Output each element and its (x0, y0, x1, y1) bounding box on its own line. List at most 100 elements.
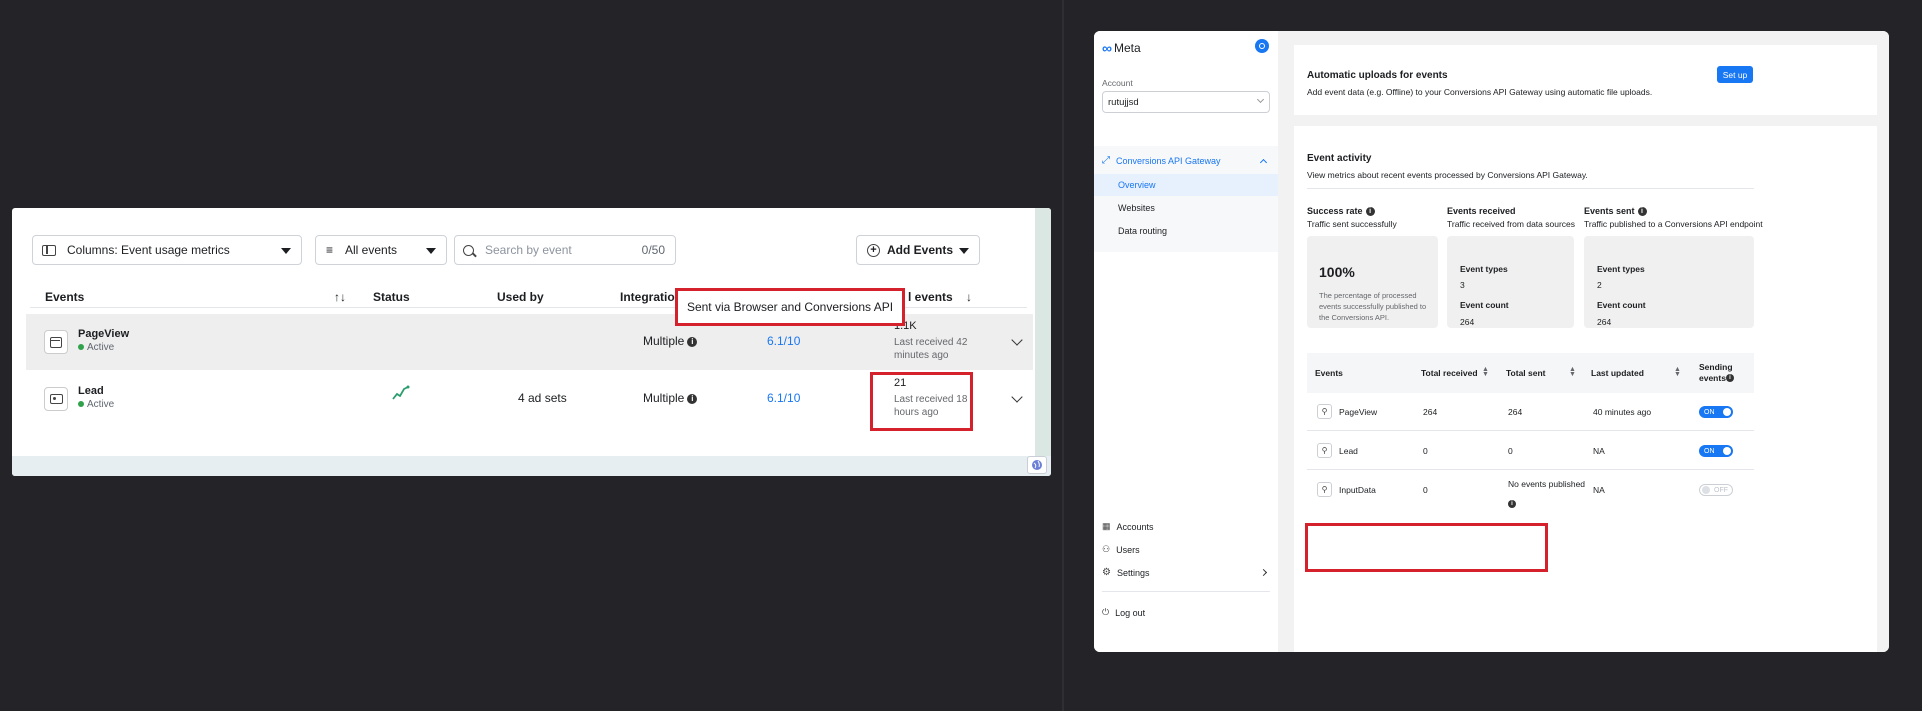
active-dot-icon (78, 344, 84, 350)
metric-label: Events received (1447, 206, 1516, 216)
nav-item-label: Overview (1118, 180, 1156, 190)
sort-icon[interactable]: ↑↓ (334, 290, 346, 304)
nav-settings[interactable]: ⚙ Settings (1102, 567, 1270, 578)
activity-sparkline-icon (392, 385, 410, 404)
chevron-down-icon (281, 248, 291, 254)
row-sent: 264 (1508, 407, 1523, 417)
meta-logo: ∞ Meta (1102, 41, 1141, 55)
columns-icon (42, 244, 56, 256)
set-up-button[interactable]: Set up (1717, 66, 1753, 83)
nav-item-data-routing[interactable]: Data routing (1094, 220, 1278, 242)
event-status: Active (78, 342, 114, 353)
add-events-button[interactable]: + Add Events (856, 235, 980, 265)
sending-toggle[interactable]: ON (1699, 445, 1733, 457)
sort-icon[interactable]: ▲ ▼ (1569, 366, 1576, 378)
info-icon[interactable]: i (687, 336, 698, 347)
info-icon[interactable]: i (1365, 207, 1375, 217)
chevron-down-icon[interactable] (1011, 391, 1023, 403)
event-activity-card: Event activity View metrics about recent… (1294, 126, 1877, 652)
chevron-down-icon[interactable] (1011, 334, 1023, 346)
info-icon[interactable]: i (687, 393, 698, 404)
row-updated: NA (1593, 485, 1605, 495)
nav-accounts[interactable]: ▦ Accounts (1102, 521, 1154, 532)
brand-name: Meta (1113, 41, 1141, 55)
accounts-icon: ▦ (1102, 521, 1111, 531)
panel-edge (1035, 208, 1051, 476)
nav-accounts-label: Accounts (1116, 521, 1154, 532)
nav-section-label: Conversions API Gateway (1116, 155, 1221, 166)
profile-avatar-icon[interactable] (1255, 39, 1269, 53)
info-icon[interactable]: i (1637, 207, 1647, 217)
sort-icon[interactable]: ▲ ▼ (1482, 366, 1489, 378)
success-rate-value: 100% (1319, 264, 1355, 280)
th-total-sent[interactable]: Total sent (1506, 368, 1546, 378)
sidebar: ∞ Meta Account rutujjsd ⤢ Conversions AP… (1094, 31, 1278, 652)
nav-settings-label: Settings (1116, 567, 1150, 578)
row-received: 0 (1423, 485, 1428, 495)
th-total-received[interactable]: Total received (1421, 368, 1478, 378)
search-icon (463, 244, 477, 257)
search-placeholder: Search by event (485, 243, 572, 257)
event-node-icon: ⚲ (1317, 404, 1332, 419)
header-used-by: Used by (497, 290, 544, 304)
search-input[interactable]: Search by event 0/50 (454, 235, 676, 265)
users-icon: ⚇ (1102, 544, 1111, 554)
active-dot-icon (78, 401, 84, 407)
sort-icon[interactable]: ▲ ▼ (1674, 366, 1681, 378)
table-row[interactable]: ⚲ PageView 264 264 40 minutes ago ON (1307, 393, 1754, 431)
account-value: rutujjsd (1108, 97, 1139, 108)
version-link[interactable]: 6.1/10 (767, 391, 800, 405)
event-count-value: 264 (1460, 317, 1475, 327)
gear-icon: ⚙ (1102, 567, 1111, 578)
row-received: 264 (1423, 407, 1438, 417)
event-node-icon: ⚲ (1317, 443, 1332, 458)
header-status: Status (373, 290, 410, 304)
event-count-value: 264 (1597, 317, 1612, 327)
meta-gateway-window: ∞ Meta Account rutujjsd ⤢ Conversions AP… (1094, 31, 1889, 652)
table-row[interactable]: ⚲ Lead 0 0 NA ON (1307, 431, 1754, 470)
info-icon[interactable]: i (1508, 500, 1516, 508)
sending-toggle[interactable]: OFF (1699, 484, 1733, 496)
nav-item-overview[interactable]: Overview (1094, 174, 1278, 196)
events-received-metric: Event types 3 Event count 264 (1447, 236, 1574, 328)
events-table-header: Events Total received ▲ ▼ Total sent ▲ ▼ L… (1307, 353, 1754, 393)
event-activity-title: Event activity (1307, 153, 1372, 164)
event-status: Active (78, 399, 114, 410)
nav-item-websites[interactable]: Websites (1094, 197, 1278, 219)
metric-label: Success rate i (1307, 206, 1375, 217)
highlight-box (1305, 523, 1548, 572)
browser-window-icon (44, 330, 68, 354)
sending-toggle[interactable]: ON (1699, 406, 1733, 418)
event-name: PageView (78, 328, 130, 340)
section-divider (1307, 188, 1754, 189)
row-received: 0 (1423, 446, 1428, 456)
logout-icon: ⏻ (1102, 607, 1110, 617)
sort-down-icon[interactable]: ↓ (966, 290, 972, 304)
version-link[interactable]: 6.1/10 (767, 334, 800, 348)
event-node-icon: ⚲ (1317, 482, 1332, 497)
last-received: Last received 42 minutes ago (894, 337, 968, 361)
success-rate-note: The percentage of processed events succe… (1319, 291, 1427, 322)
th-last-updated[interactable]: Last updated (1591, 368, 1644, 378)
sidebar-divider (1102, 591, 1270, 592)
table-row[interactable]: ⚲ InputData 0 No events published i NA O… (1307, 470, 1754, 510)
nav-conversions-api-gateway[interactable]: ⤢ Conversions API Gateway (1102, 155, 1221, 166)
info-icon[interactable]: i (1726, 374, 1734, 382)
nav-users[interactable]: ⚇ Users (1102, 544, 1140, 555)
nav-users-label: Users (1116, 544, 1140, 555)
logout-button[interactable]: ⏻ Log out (1102, 607, 1145, 618)
panel-footer (12, 456, 1051, 476)
row-event-name: PageView (1339, 407, 1378, 417)
columns-select[interactable]: Columns: Event usage metrics (32, 235, 302, 265)
event-name: Lead (78, 385, 104, 397)
integration-tooltip: Sent via Browser and Conversions API (675, 288, 905, 326)
account-select[interactable]: rutujjsd (1102, 91, 1270, 113)
event-types-label: Event types (1460, 264, 1508, 274)
globe-icon[interactable] (1027, 456, 1047, 474)
row-sent: No events published (1508, 479, 1586, 489)
row-updated: 40 minutes ago (1593, 407, 1652, 417)
filter-select[interactable]: ≡ All events (315, 235, 447, 265)
events-sent-metric: Event types 2 Event count 264 (1584, 236, 1754, 328)
integration-cell: Multiple i (643, 391, 698, 405)
header-events: Events (45, 290, 85, 304)
